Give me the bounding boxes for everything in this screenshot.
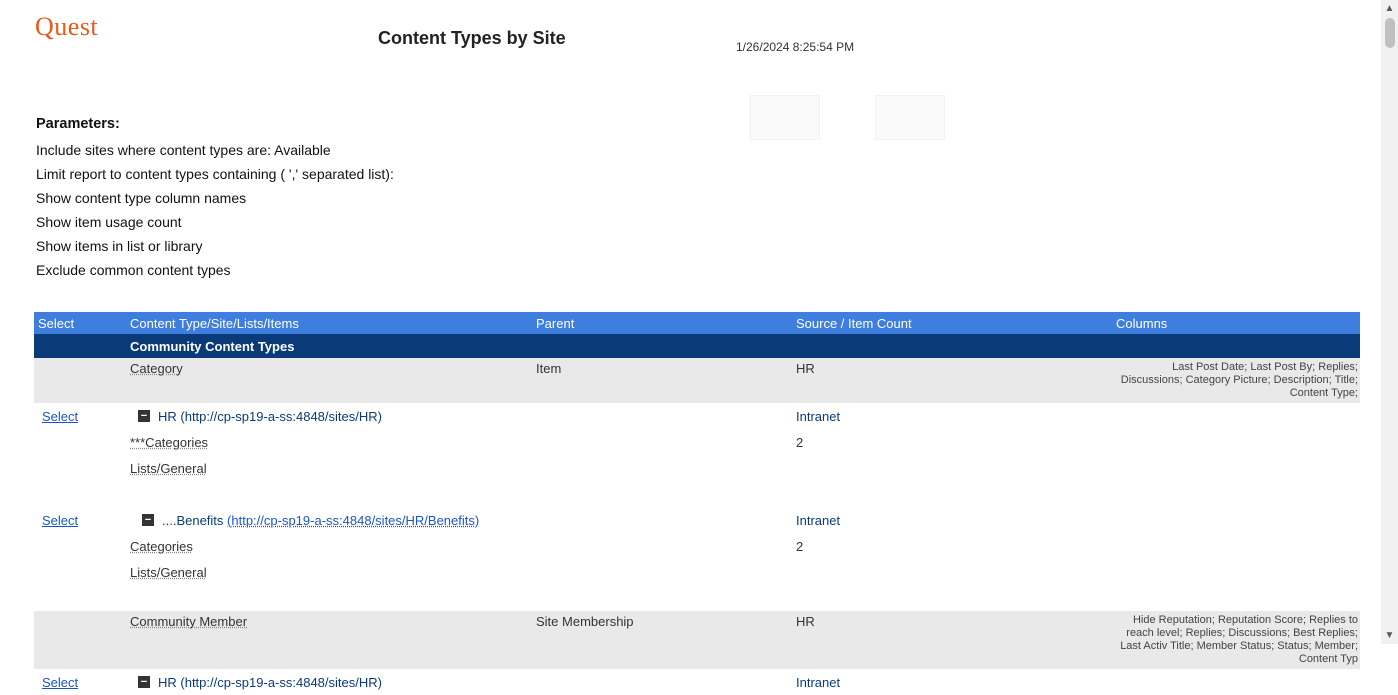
report-timestamp: 1/26/2024 8:25:54 PM	[736, 40, 854, 54]
header-select: Select	[34, 316, 130, 331]
parameter-line: Exclude common content types	[36, 258, 394, 282]
category-columns: Last Post Date; Last Post By; Replies; D…	[1116, 361, 1360, 400]
list-row: Lists/General	[34, 455, 1360, 481]
table-header-row: Select Content Type/Site/Lists/Items Par…	[34, 312, 1360, 334]
brand-logo: Quest	[35, 12, 98, 42]
page-title: Content Types by Site	[378, 28, 566, 49]
site-source: Intranet	[796, 409, 1116, 424]
collapse-icon[interactable]: −	[138, 410, 150, 422]
list-row: Lists/General	[34, 559, 1360, 585]
header-source: Source / Item Count	[796, 316, 1116, 331]
category-parent: Site Membership	[536, 614, 796, 629]
collapse-icon[interactable]: −	[138, 676, 150, 688]
parameter-line: Limit report to content types containing…	[36, 162, 394, 186]
select-link[interactable]: Select	[38, 409, 78, 424]
collapse-icon[interactable]: −	[142, 514, 154, 526]
header-parent: Parent	[536, 316, 796, 331]
site-source: Intranet	[796, 675, 1116, 690]
category-row: Category Item HR Last Post Date; Last Po…	[34, 358, 1360, 403]
list-name[interactable]: Lists/General	[130, 565, 207, 580]
blank-row	[34, 585, 1360, 611]
report-table: Select Content Type/Site/Lists/Items Par…	[34, 312, 1360, 695]
list-name[interactable]: Lists/General	[130, 461, 207, 476]
scroll-thumb[interactable]	[1385, 18, 1395, 48]
parameter-line: Show content type column names	[36, 186, 394, 210]
group-row-community-content-types: Community Content Types	[34, 334, 1360, 358]
header-content-type: Content Type/Site/Lists/Items	[130, 316, 536, 331]
scroll-up-icon[interactable]: ▲	[1381, 0, 1398, 17]
parameter-line: Show items in list or library	[36, 234, 394, 258]
parameters-heading: Parameters:	[36, 112, 394, 136]
site-label: ....Benefits (http://cp-sp19-a-ss:4848/s…	[162, 513, 479, 528]
category-name[interactable]: Category	[130, 361, 183, 376]
parameter-line: Show item usage count	[36, 210, 394, 234]
site-label: HR (http://cp-sp19-a-ss:4848/sites/HR)	[158, 675, 382, 690]
category-row: Community Member Site Membership HR Hide…	[34, 611, 1360, 669]
item-count: 2	[796, 539, 1116, 554]
category-columns: Hide Reputation; Reputation Score; Repli…	[1116, 614, 1360, 666]
list-name[interactable]: ***Categories	[130, 435, 208, 450]
site-label: HR (http://cp-sp19-a-ss:4848/sites/HR)	[158, 409, 382, 424]
blank-row	[34, 481, 1360, 507]
site-row: Select − HR (http://cp-sp19-a-ss:4848/si…	[34, 669, 1360, 695]
scroll-down-icon[interactable]: ▼	[1381, 627, 1398, 644]
vertical-scrollbar[interactable]: ▲ ▼	[1381, 0, 1398, 644]
select-link[interactable]: Select	[38, 513, 78, 528]
select-link[interactable]: Select	[38, 675, 78, 690]
list-row: ***Categories 2	[34, 429, 1360, 455]
category-source: HR	[796, 361, 1116, 376]
list-name[interactable]: Categories	[130, 539, 193, 554]
site-row: Select − ....Benefits (http://cp-sp19-a-…	[34, 507, 1360, 533]
site-source: Intranet	[796, 513, 1116, 528]
list-row: Categories 2	[34, 533, 1360, 559]
placeholder-blocks	[750, 95, 945, 140]
category-parent: Item	[536, 361, 796, 376]
parameters-section: Parameters: Include sites where content …	[36, 112, 394, 282]
parameter-line: Include sites where content types are: A…	[36, 138, 394, 162]
site-row: Select − HR (http://cp-sp19-a-ss:4848/si…	[34, 403, 1360, 429]
item-count: 2	[796, 435, 1116, 450]
category-source: HR	[796, 614, 1116, 629]
header-columns: Columns	[1116, 316, 1360, 331]
category-name[interactable]: Community Member	[130, 614, 247, 629]
